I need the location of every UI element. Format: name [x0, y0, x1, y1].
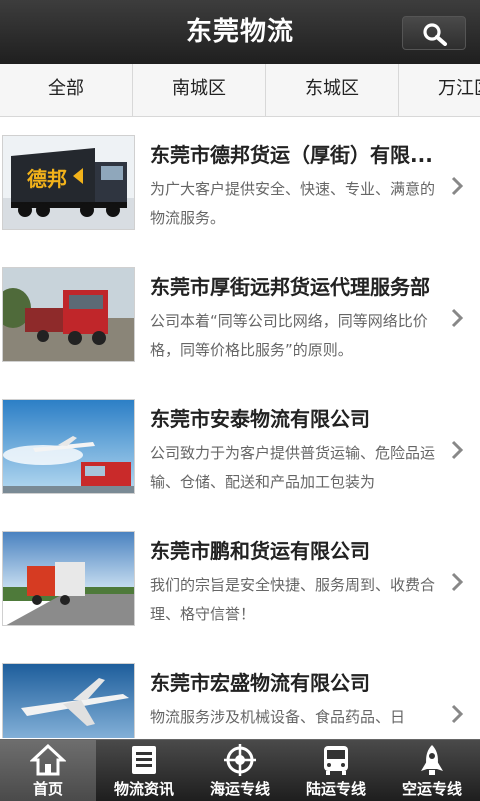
- company-desc: 公司致力于为客户提供普货运输、危险品运输、仓储、配送和产品加工包装为: [150, 444, 435, 491]
- plane-truck-thumbnail: [2, 399, 135, 494]
- company-list: 德邦 东莞市德邦货运（厚街）有限... 为广大客户提供安全、快速、专业、满意的物…: [0, 117, 480, 738]
- sea-route-icon: [224, 744, 256, 776]
- list-item[interactable]: 东莞市厚街远邦货运代理服务部 公司本着“同等公司比网络，同等网络比价格，同等价格…: [0, 249, 480, 382]
- airplane-thumbnail: [2, 663, 135, 738]
- chevron-right-icon: [451, 440, 464, 460]
- home-icon: [30, 743, 66, 776]
- district-tabs: 全部 南城区 东城区 万江区: [0, 64, 480, 117]
- list-item[interactable]: 东莞市鹏和货运有限公司 我们的宗旨是安全快捷、服务周到、收费合理、格守信誉！: [0, 513, 480, 646]
- company-title: 东莞市德邦货运（厚街）有限...: [150, 143, 433, 167]
- nav-label: 首页: [32, 780, 63, 798]
- nav-land-route[interactable]: 陆运专线: [288, 740, 384, 801]
- news-icon: [132, 746, 156, 774]
- company-title: 东莞市鹏和货运有限公司: [150, 539, 370, 563]
- list-item[interactable]: 东莞市宏盛物流有限公司 物流服务涉及机械设备、食品药品、日: [0, 645, 480, 738]
- nav-label: 物流资讯: [113, 780, 174, 798]
- tab-all[interactable]: 全部: [0, 64, 133, 116]
- nav-label: 海运专线: [209, 780, 270, 798]
- search-icon: [423, 23, 447, 46]
- tab-wanjiang[interactable]: 万江区: [399, 64, 480, 116]
- bottom-nav: 首页 物流资讯 海运专线 陆运专线 空运专线: [0, 739, 480, 801]
- chevron-right-icon: [451, 308, 464, 328]
- rocket-icon: [421, 745, 443, 775]
- list-item[interactable]: 东莞市安泰物流有限公司 公司致力于为客户提供普货运输、危险品运输、仓储、配送和产…: [0, 381, 480, 514]
- chevron-right-icon: [451, 572, 464, 592]
- truck-road-thumbnail: [2, 531, 135, 626]
- company-title: 东莞市安泰物流有限公司: [150, 407, 370, 431]
- chevron-right-icon: [451, 704, 464, 724]
- company-desc: 公司本着“同等公司比网络，同等网络比价格，同等价格比服务”的原则。: [150, 312, 428, 359]
- truck-thumbnail: 德邦: [2, 135, 135, 230]
- tab-dongcheng[interactable]: 东城区: [266, 64, 399, 116]
- company-desc: 物流服务涉及机械设备、食品药品、日: [150, 708, 406, 726]
- nav-sea-route[interactable]: 海运专线: [192, 740, 288, 801]
- company-desc: 为广大客户提供安全、快速、专业、满意的物流服务。: [150, 180, 435, 227]
- company-title: 东莞市厚街远邦货运代理服务部: [150, 275, 430, 299]
- tab-nancheng[interactable]: 南城区: [133, 64, 266, 116]
- company-desc: 我们的宗旨是安全快捷、服务周到、收费合理、格守信誉！: [150, 576, 435, 623]
- nav-label: 陆运专线: [305, 780, 366, 798]
- nav-label: 空运专线: [401, 780, 462, 798]
- chevron-right-icon: [451, 176, 464, 196]
- bus-icon: [324, 746, 348, 775]
- deppon-logo: 德邦: [27, 167, 67, 191]
- list-item[interactable]: 德邦 东莞市德邦货运（厚街）有限... 为广大客户提供安全、快速、专业、满意的物…: [0, 117, 480, 250]
- nav-home[interactable]: 首页: [0, 740, 96, 801]
- truck-thumbnail: [2, 267, 135, 362]
- nav-air-route[interactable]: 空运专线: [384, 740, 480, 801]
- nav-news[interactable]: 物流资讯: [96, 740, 192, 801]
- top-bar: 东莞物流: [0, 0, 480, 64]
- company-title: 东莞市宏盛物流有限公司: [150, 671, 370, 695]
- search-button[interactable]: [402, 16, 466, 50]
